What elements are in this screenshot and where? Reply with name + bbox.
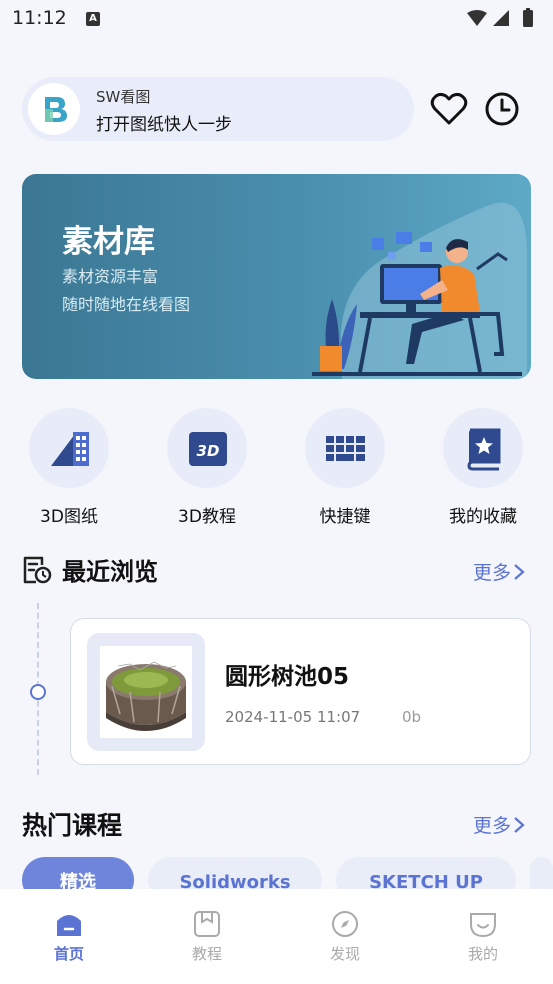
quick-label: 快捷键 [319, 507, 371, 527]
file-thumbnail [87, 633, 205, 751]
tab-label: 发现 [329, 945, 360, 963]
banner-title: 素材库 [62, 224, 155, 260]
app-header-card[interactable]: SW看图 打开图纸快人一步 [22, 77, 414, 141]
quick-label: 3D图纸 [40, 507, 98, 527]
quick-3d-tutorials[interactable]: 3D 3D教程 [157, 408, 257, 527]
recent-file-size: 0b [402, 708, 422, 726]
status-bar: 11:12 A [0, 0, 553, 38]
app-logo-icon [28, 83, 80, 135]
banner-subtitle-2: 随时随地在线看图 [62, 295, 191, 314]
tab-label: 我的 [467, 945, 498, 963]
recent-file-time: 2024-11-05 11:07 [225, 708, 361, 726]
favorite-heart-icon[interactable] [430, 92, 468, 126]
quick-3d-drawings[interactable]: 3D图纸 [19, 408, 119, 527]
3d-drawing-icon [51, 432, 89, 466]
timeline-dot [30, 684, 46, 700]
3d-tutorial-icon: 3D [189, 432, 227, 466]
tab-discover[interactable]: 发现 [315, 909, 375, 964]
tree-pool-model-preview [106, 661, 186, 731]
banner-subtitle-1: 素材资源丰富 [62, 267, 159, 286]
status-time: 11:12 [12, 7, 67, 29]
quick-label: 我的收藏 [449, 507, 517, 527]
tutorial-icon [194, 911, 220, 937]
courses-more-link[interactable]: 更多 [473, 811, 525, 838]
history-clock-icon[interactable] [484, 91, 520, 127]
courses-section-title: 热门课程 [22, 811, 123, 840]
signal-battery-icon [467, 8, 533, 27]
tab-profile[interactable]: 我的 [453, 909, 513, 964]
person-at-computer-illustration [312, 202, 527, 379]
notification-icon: A [86, 12, 100, 26]
tab-label: 教程 [191, 945, 222, 963]
recent-history-icon [23, 556, 52, 584]
recent-item-card[interactable]: 圆形树池05 2024-11-05 11:07 0b [70, 618, 531, 765]
compass-icon [332, 911, 358, 937]
app-name: SW看图 [96, 88, 151, 106]
bottom-tab-bar: 首页 教程 发现 我的 [0, 889, 553, 984]
quick-favorites[interactable]: 我的收藏 [433, 408, 533, 527]
quick-shortcuts[interactable]: 快捷键 [295, 408, 395, 527]
recent-more-link[interactable]: 更多 [473, 558, 525, 585]
tab-tutorial[interactable]: 教程 [177, 909, 237, 964]
more-label: 更多 [473, 815, 512, 837]
chevron-right-icon [514, 564, 525, 580]
profile-icon [470, 913, 496, 938]
keyboard-icon [326, 436, 365, 461]
app-slogan: 打开图纸快人一步 [96, 115, 232, 135]
tab-home[interactable]: 首页 [39, 909, 99, 964]
svg-text:3D: 3D [197, 442, 220, 460]
home-icon [57, 915, 81, 936]
more-label: 更多 [473, 562, 512, 584]
tab-label: 首页 [53, 945, 84, 963]
chevron-right-icon [514, 817, 525, 833]
favorites-book-icon [467, 428, 501, 471]
quick-label: 3D教程 [178, 507, 236, 527]
recent-file-name: 圆形树池05 [225, 664, 350, 690]
recent-section-title: 最近浏览 [62, 558, 158, 586]
material-library-banner[interactable]: 素材库 素材资源丰富 随时随地在线看图 [22, 174, 531, 379]
